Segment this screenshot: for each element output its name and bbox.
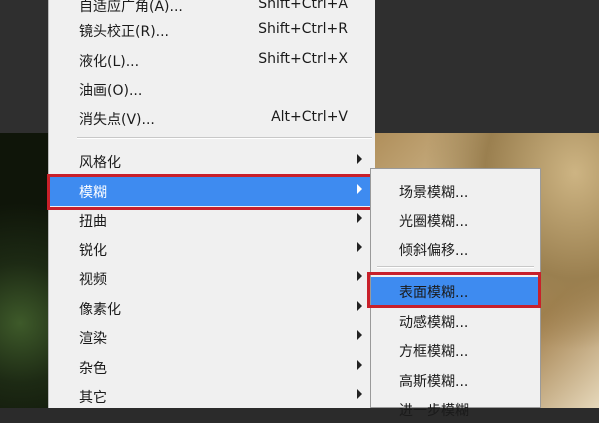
menu-item-vanishing-point[interactable]: 消失点(V)... Alt+Ctrl+V: [49, 104, 376, 132]
submenu-item-tilt-shift[interactable]: 倾斜偏移...: [371, 235, 540, 263]
menu-item-distort[interactable]: 扭曲: [49, 206, 376, 234]
menu-item-sharpen[interactable]: 锐化: [49, 235, 376, 263]
menu-item-noise[interactable]: 杂色: [49, 353, 376, 381]
menu-item-video[interactable]: 视频: [49, 264, 376, 292]
submenu-arrow-icon: [357, 301, 362, 311]
submenu-arrow-icon: [357, 242, 362, 252]
menu-item-oil-paint[interactable]: 油画(O)...: [49, 75, 376, 103]
submenu-item-field-blur[interactable]: 场景模糊...: [371, 177, 540, 205]
submenu-item-motion-blur[interactable]: 动感模糊...: [371, 307, 540, 335]
submenu-arrow-icon: [357, 389, 362, 399]
annotation-highlight-box: [47, 174, 374, 210]
submenu-arrow-icon: [357, 213, 362, 223]
menu-item-pixelate[interactable]: 像素化: [49, 294, 376, 322]
submenu-arrow-icon: [357, 271, 362, 281]
submenu-item-box-blur[interactable]: 方框模糊...: [371, 336, 540, 364]
submenu-separator: [377, 266, 534, 268]
submenu-item-iris-blur[interactable]: 光圈模糊...: [371, 206, 540, 234]
submenu-arrow-icon: [357, 154, 362, 164]
menu-item-other[interactable]: 其它: [49, 382, 376, 410]
canvas-image-left: [0, 133, 48, 408]
menu-item-stylize[interactable]: 风格化: [49, 147, 376, 175]
submenu-arrow-icon: [357, 330, 362, 340]
menu-separator: [77, 137, 372, 139]
menu-item-liquify[interactable]: 液化(L)... Shift+Ctrl+X: [49, 46, 376, 74]
annotation-highlight-box: [367, 272, 541, 308]
submenu-item-gaussian-blur[interactable]: 高斯模糊...: [371, 366, 540, 394]
menu-item-lens-correction[interactable]: 镜头校正(R)... Shift+Ctrl+R: [49, 16, 376, 44]
submenu-item-blur-more[interactable]: 进一步模糊: [371, 395, 540, 423]
submenu-arrow-icon: [357, 360, 362, 370]
menu-item-render[interactable]: 渲染: [49, 323, 376, 351]
